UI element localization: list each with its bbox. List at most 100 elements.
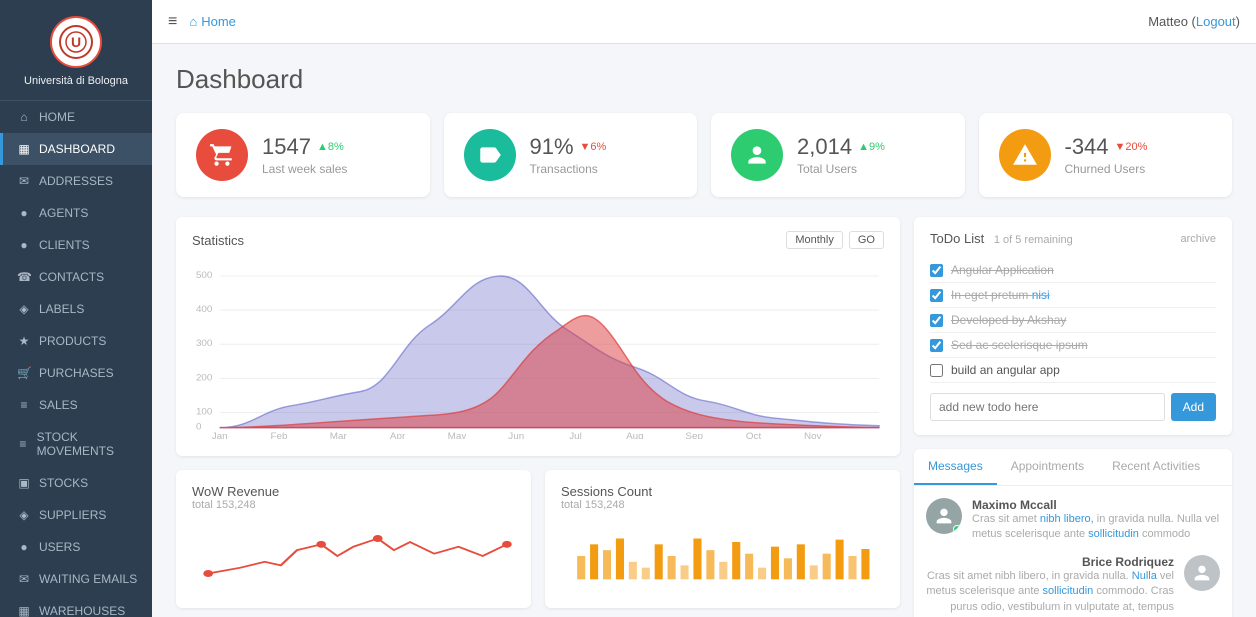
- todo-panel: ToDo List 1 of 5 remaining archive Angul…: [914, 217, 1232, 435]
- purchases-icon: 🛒: [17, 366, 31, 380]
- message-body-2: Brice Rodriquez Cras sit amet nibh liber…: [926, 555, 1174, 617]
- stat-change-sales: ▲8%: [317, 141, 344, 153]
- contacts-icon: ☎: [17, 270, 31, 284]
- svg-text:Sep: Sep: [685, 431, 703, 439]
- sidebar-item-label: HOME: [39, 110, 75, 124]
- stat-label-transactions: Transactions: [530, 162, 607, 176]
- go-button[interactable]: GO: [849, 231, 884, 249]
- sales-icon: ≡: [17, 398, 31, 412]
- svg-text:500: 500: [196, 270, 212, 281]
- stat-change-users: ▲9%: [858, 141, 885, 153]
- tab-messages[interactable]: Messages: [914, 449, 997, 485]
- topbar-user: Matteo (Logout): [1148, 14, 1240, 29]
- message-item-2: Brice Rodriquez Cras sit amet nibh liber…: [926, 555, 1220, 617]
- main-content: ≡ ⌂ Home Matteo (Logout) Dashboard 1547 …: [152, 0, 1256, 617]
- todo-item-text-1: Angular Application: [951, 263, 1054, 277]
- monthly-dropdown[interactable]: Monthly: [786, 231, 843, 249]
- agents-icon: ●: [17, 206, 31, 220]
- todo-item-text-3: Developed by Akshay: [951, 313, 1066, 327]
- svg-text:300: 300: [196, 338, 212, 349]
- sidebar-item-products[interactable]: ★ PRODUCTS: [0, 325, 152, 357]
- sidebar-item-label: PURCHASES: [39, 366, 114, 380]
- sidebar-item-label: STOCK MOVEMENTS: [37, 430, 138, 458]
- todo-archive-link[interactable]: archive: [1181, 233, 1216, 245]
- stat-card-sales: 1547 ▲8% Last week sales: [176, 113, 430, 197]
- online-indicator: [953, 525, 961, 533]
- todo-checkbox-3[interactable]: [930, 314, 943, 327]
- sidebar-item-users[interactable]: ● USERS: [0, 531, 152, 563]
- topbar-username: Matteo: [1148, 14, 1188, 29]
- stocks-icon: ▣: [17, 476, 31, 490]
- sidebar-item-addresses[interactable]: ✉ ADDRESSES: [0, 165, 152, 197]
- stat-label-churned: Churned Users: [1065, 162, 1148, 176]
- todo-checkbox-1[interactable]: [930, 264, 943, 277]
- svg-text:Feb: Feb: [270, 431, 287, 439]
- todo-new-item-input[interactable]: [930, 393, 1165, 421]
- sidebar-item-label: CONTACTS: [39, 270, 104, 284]
- wow-revenue-subtitle: total 153,248: [192, 499, 515, 511]
- todo-checkbox-2[interactable]: [930, 289, 943, 302]
- todo-remaining-count: 1 of 5 remaining: [994, 234, 1073, 246]
- bottom-panels: Statistics Monthly GO 500 400 300: [176, 217, 1232, 617]
- svg-text:Jan: Jan: [212, 431, 228, 439]
- todo-item: Developed by Akshay: [930, 308, 1216, 333]
- products-icon: ★: [17, 334, 31, 348]
- mini-panels: WoW Revenue total 153,248 Sessions Count: [176, 470, 900, 608]
- stat-value-sales: 1547 ▲8%: [262, 134, 347, 160]
- logout-link[interactable]: Logout: [1196, 14, 1236, 29]
- svg-text:Aug: Aug: [626, 431, 644, 439]
- todo-item: Angular Application: [930, 258, 1216, 283]
- statistics-chart: 500 400 300 200 100 0: [192, 259, 884, 442]
- todo-add-button[interactable]: Add: [1171, 393, 1216, 421]
- todo-checkbox-4[interactable]: [930, 339, 943, 352]
- sidebar-item-labels[interactable]: ◈ LABELS: [0, 293, 152, 325]
- sidebar-item-purchases[interactable]: 🛒 PURCHASES: [0, 357, 152, 389]
- university-name: Università di Bologna: [24, 74, 128, 88]
- users-icon: ●: [17, 540, 31, 554]
- sidebar-item-stocks[interactable]: ▣ STOCKS: [0, 467, 152, 499]
- sidebar-logo: U Università di Bologna: [0, 0, 152, 101]
- stat-value-users: 2,014 ▲9%: [797, 134, 885, 160]
- sidebar-item-clients[interactable]: ● CLIENTS: [0, 229, 152, 261]
- sidebar-item-sales[interactable]: ≡ SALES: [0, 389, 152, 421]
- sidebar-item-agents[interactable]: ● AGENTS: [0, 197, 152, 229]
- todo-checkbox-5[interactable]: [930, 364, 943, 377]
- sidebar-item-label: STOCKS: [39, 476, 88, 490]
- addresses-icon: ✉: [17, 174, 31, 188]
- home-nav-label: Home: [201, 14, 236, 29]
- sidebar-item-stock-movements[interactable]: ≡ STOCK MOVEMENTS: [0, 421, 152, 467]
- svg-text:Nov: Nov: [804, 431, 822, 439]
- sidebar-item-warehouses[interactable]: ▦ WAREHOUSES: [0, 595, 152, 617]
- sidebar-item-dashboard[interactable]: ▦ DASHBOARD: [0, 133, 152, 165]
- waiting-emails-icon: ✉: [17, 572, 31, 586]
- logo-emblem: U: [50, 16, 102, 68]
- todo-item: In eget pretum nisi: [930, 283, 1216, 308]
- stat-value-transactions: 91% ▼6%: [530, 134, 607, 160]
- stat-change-churned: ▼20%: [1115, 141, 1148, 153]
- nav-home-link[interactable]: ⌂ Home: [189, 14, 236, 29]
- stat-icon-transactions: [464, 129, 516, 181]
- avatar-brice: [1184, 555, 1220, 591]
- svg-text:Mar: Mar: [330, 431, 348, 439]
- stat-info-churned: -344 ▼20% Churned Users: [1065, 134, 1148, 176]
- message-body-1: Maximo Mccall Cras sit amet nibh libero,…: [972, 498, 1220, 543]
- message-text-1: Cras sit amet nibh libero, in gravida nu…: [972, 512, 1220, 543]
- todo-item: Sed ac scelerisque ipsum: [930, 333, 1216, 358]
- messages-tabs: Messages Appointments Recent Activities: [914, 449, 1232, 486]
- stat-icon-churned: [999, 129, 1051, 181]
- todo-item-text-5: build an angular app: [951, 363, 1060, 377]
- right-panel: ToDo List 1 of 5 remaining archive Angul…: [914, 217, 1232, 617]
- sidebar-item-home[interactable]: ⌂ HOME: [0, 101, 152, 133]
- message-item-1: Maximo Mccall Cras sit amet nibh libero,…: [926, 498, 1220, 543]
- tab-recent-activities[interactable]: Recent Activities: [1098, 449, 1214, 485]
- message-sender-name-2: Brice Rodriquez: [926, 555, 1174, 569]
- todo-item: build an angular app: [930, 358, 1216, 383]
- stats-cards: 1547 ▲8% Last week sales 91% ▼6% Transac…: [176, 113, 1232, 197]
- sidebar-item-contacts[interactable]: ☎ CONTACTS: [0, 261, 152, 293]
- sidebar-item-waiting-emails[interactable]: ✉ WAITING EMAILS: [0, 563, 152, 595]
- sidebar-item-suppliers[interactable]: ◈ SUPPLIERS: [0, 499, 152, 531]
- tab-appointments[interactable]: Appointments: [997, 449, 1098, 485]
- sessions-count-subtitle: total 153,248: [561, 499, 884, 511]
- menu-toggle-button[interactable]: ≡: [168, 13, 177, 31]
- page-title: Dashboard: [176, 64, 1232, 95]
